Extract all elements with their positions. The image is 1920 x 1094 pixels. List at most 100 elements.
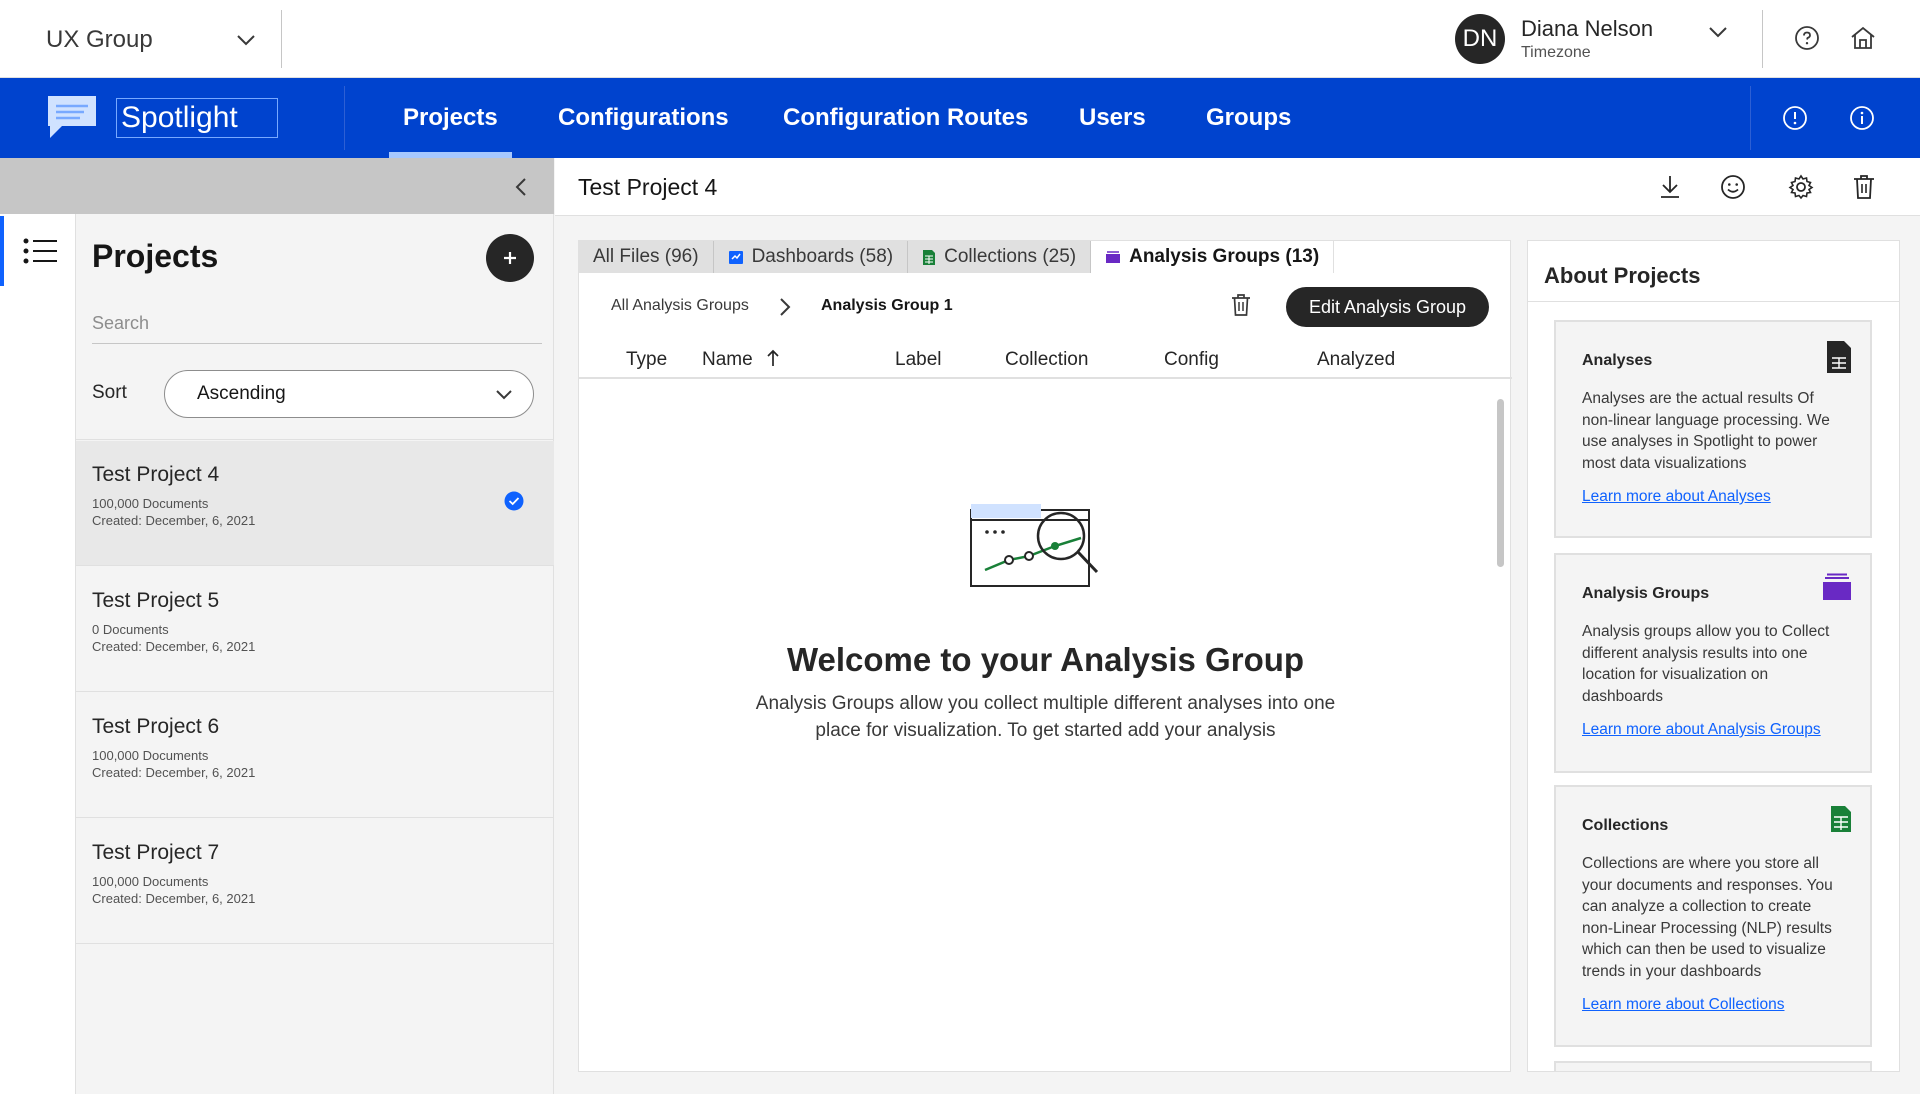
tab-label: Collections (25) [944,246,1077,267]
learn-more-collections-link[interactable]: Learn more about Collections [1582,996,1784,1014]
card-title: Collections [1582,817,1669,834]
dashboard-icon [728,249,744,265]
edit-analysis-group-button[interactable]: Edit Analysis Group [1286,287,1489,327]
sidebar-title: Projects [92,238,219,274]
project-item[interactable]: Test Project 7 100,000 Documents Created… [76,819,554,944]
column-config[interactable]: Config [1164,349,1219,371]
info-card-more [1554,1061,1872,1071]
org-switcher[interactable]: UX Group [46,22,256,58]
learn-more-analysis-groups-link[interactable]: Learn more about Analysis Groups [1582,721,1821,739]
project-name: Test Project 4 [92,463,220,486]
smiley-feedback-icon[interactable] [1718,172,1748,202]
brand-name: Spotlight [116,98,278,138]
plus-icon [504,252,516,264]
card-title: Analyses [1582,352,1653,369]
divider [281,10,282,68]
nav-users[interactable]: Users [1079,78,1146,158]
project-created: Created: December, 6, 2021 [92,765,256,780]
project-item[interactable]: Test Project 6 100,000 Documents Created… [76,693,554,818]
tab-dashboards[interactable]: Dashboards (58) [713,241,909,273]
top-bar: UX Group DN Diana Nelson Timezone [0,0,1920,78]
list-view-button[interactable] [0,216,76,286]
tab-collections[interactable]: Collections (25) [908,241,1092,273]
nav-configurations[interactable]: Configurations [558,78,729,158]
column-collection[interactable]: Collection [1005,349,1088,371]
scrollbar[interactable] [1497,399,1504,567]
breadcrumb-current: Analysis Group 1 [821,297,953,314]
main-nav: Spotlight Projects Configurations Config… [0,78,1920,158]
sort-dropdown[interactable]: Ascending [164,370,534,418]
chevron-down-icon [496,389,512,399]
document-icon [1827,341,1851,373]
help-icon[interactable] [1791,22,1823,54]
sort-ascending-icon [767,349,779,366]
about-title: About Projects [1544,263,1701,288]
tab-analysis-groups[interactable]: Analysis Groups (13) [1091,241,1335,273]
chevron-down-icon [237,35,255,46]
sort-label: Sort [92,382,127,403]
card-text: Analyses are the actual results Of non-l… [1582,390,1830,472]
project-doc-count: 0 Documents [92,622,169,637]
sort-value: Ascending [197,383,286,404]
project-doc-count: 100,000 Documents [92,874,209,889]
avatar: DN [1455,14,1505,64]
learn-more-analyses-link[interactable]: Learn more about Analyses [1582,488,1771,506]
search-input[interactable] [92,304,542,344]
project-created: Created: December, 6, 2021 [92,891,256,906]
nav-projects[interactable]: Projects [389,78,512,158]
divider [1750,86,1751,150]
column-label[interactable]: Label [895,349,942,371]
home-icon[interactable] [1847,22,1879,54]
nav-groups[interactable]: Groups [1206,78,1291,158]
projects-sidebar: Projects Sort Ascending Test Project 4 1… [0,158,554,1094]
project-name: Test Project 5 [92,589,220,612]
spreadsheet-icon [1831,806,1851,832]
breadcrumb-all-analysis-groups[interactable]: All Analysis Groups [611,297,749,315]
trash-icon[interactable] [1231,293,1251,317]
tab-label: Dashboards (58) [751,246,894,267]
column-name[interactable]: Name [702,349,780,371]
brand[interactable]: Spotlight [44,94,278,142]
analysis-group-panel: All Files (96) Dashboards (58) Collectio… [578,240,1512,1072]
project-item[interactable]: Test Project 5 0 Documents Created: Dece… [76,567,554,692]
nav-configuration-routes[interactable]: Configuration Routes [783,78,1028,158]
chevron-down-icon[interactable] [1708,26,1728,38]
column-type[interactable]: Type [626,349,667,371]
collapse-sidebar-button[interactable] [506,172,536,202]
card-text: Collections are where you store all your… [1582,855,1833,980]
analysis-illustration-icon [970,504,1099,587]
sidebar-header [0,158,554,214]
add-project-button[interactable] [486,234,534,282]
project-item[interactable]: Test Project 4 100,000 Documents Created… [76,441,554,566]
tab-all-files[interactable]: All Files (96) [579,241,714,273]
tab-label: All Files (96) [593,246,699,267]
project-name: Test Project 7 [92,841,220,864]
info-icon[interactable] [1846,102,1878,134]
user-menu[interactable]: DN Diana Nelson Timezone [1455,12,1653,66]
download-icon[interactable] [1655,172,1685,202]
about-projects-panel: About Projects Analyses Analyses are the… [1527,240,1900,1072]
project-created: Created: December, 6, 2021 [92,513,256,528]
left-rail [0,158,76,1094]
card-title: Analysis Groups [1582,585,1710,602]
info-card-analysis-groups: Analysis Groups Analysis groups allow yo… [1554,553,1872,773]
folder-stack-icon [1823,573,1851,600]
page-title: Test Project 4 [578,174,718,200]
table-header: Type Name Label Collection Config Analyz… [579,349,1512,379]
project-doc-count: 100,000 Documents [92,496,209,511]
info-card-analyses: Analyses Analyses are the actual results… [1554,320,1872,538]
trash-icon[interactable] [1849,172,1879,202]
spreadsheet-icon [922,249,936,266]
project-doc-count: 100,000 Documents [92,748,209,763]
chevron-left-icon [515,178,526,196]
alert-icon[interactable] [1779,102,1811,134]
column-analyzed[interactable]: Analyzed [1317,349,1395,371]
checkmark-selected-icon [504,491,524,511]
column-name-label: Name [702,349,753,370]
user-name: Diana Nelson [1521,16,1654,41]
tab-bar: All Files (96) Dashboards (58) Collectio… [579,241,1335,273]
gear-icon[interactable] [1786,172,1816,202]
chevron-right-icon [780,298,791,316]
card-text: Analysis groups allow you to Collect dif… [1582,623,1830,705]
welcome-title: Welcome to your Analysis Group [786,641,1305,678]
